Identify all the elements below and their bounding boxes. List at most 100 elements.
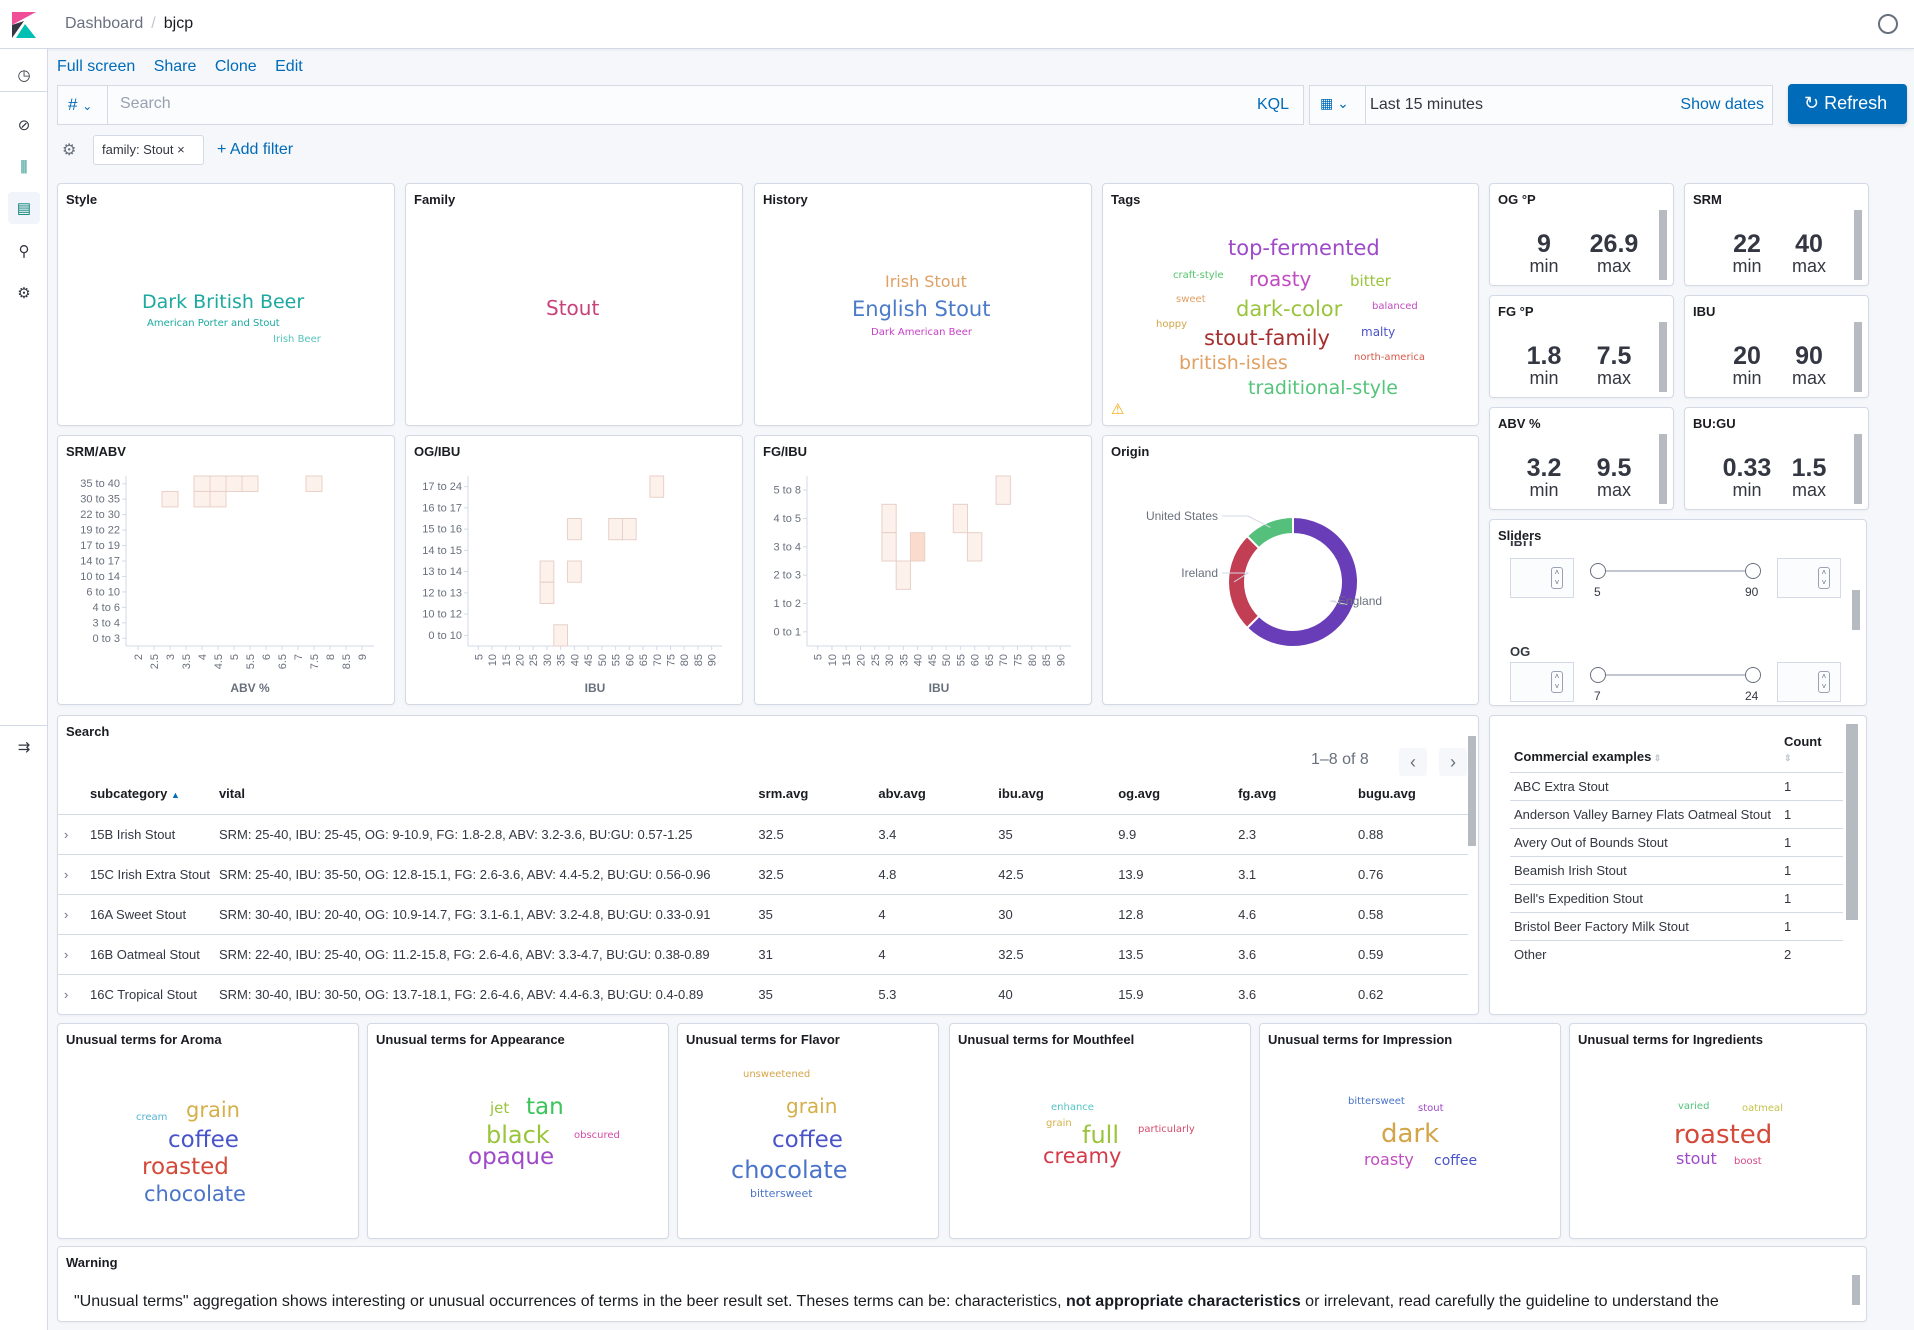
cloud-term[interactable]: American Porter and Stout [147, 318, 280, 329]
cloud-term[interactable]: hoppy [1156, 319, 1187, 330]
cloud-term[interactable]: malty [1361, 325, 1395, 339]
clone-link[interactable]: Clone [215, 58, 257, 75]
cloud-term[interactable]: obscured [574, 1130, 620, 1141]
og-max-handle[interactable] [1745, 667, 1761, 683]
sliders-scrollbar[interactable] [1852, 590, 1860, 630]
sort-icon[interactable]: ⇕ [1784, 753, 1792, 763]
col-commercial-examples[interactable]: Commercial examples ⇕ [1510, 734, 1780, 773]
cloud-term[interactable]: british-isles [1179, 352, 1288, 374]
cloud-term[interactable]: opaque [468, 1144, 554, 1170]
cloud-term[interactable]: grain [786, 1094, 837, 1118]
stepper-icon[interactable]: ˄ ˅ [1818, 671, 1830, 693]
search-scrollbar[interactable] [1468, 736, 1476, 846]
kibana-logo-icon[interactable] [12, 12, 36, 38]
og-max-input[interactable]: ˄ ˅ [1777, 662, 1841, 702]
search-input[interactable]: Search [120, 95, 171, 113]
help-icon[interactable] [1878, 14, 1898, 34]
cloud-term[interactable]: chocolate [144, 1182, 246, 1206]
column-header-srm-avg[interactable]: srm.avg [758, 774, 878, 814]
metric-scrollbar[interactable] [1854, 210, 1862, 280]
stepper-icon[interactable]: ˄ ˅ [1818, 567, 1830, 589]
cloud-term[interactable]: unsweetened [743, 1069, 810, 1080]
cloud-term[interactable]: sweet [1176, 294, 1206, 305]
expand-row-icon[interactable]: › [58, 827, 90, 842]
pie-slice-united-states[interactable] [1245, 515, 1294, 550]
visualize-icon[interactable]: ⫼ [12, 155, 36, 179]
cloud-term[interactable]: creamy [1043, 1144, 1121, 1168]
cloud-term[interactable]: cream [136, 1112, 167, 1123]
cloud-term[interactable]: stout [1676, 1149, 1717, 1168]
pie-slice-ireland[interactable] [1227, 534, 1261, 630]
dev-tools-icon[interactable]: ⚲ [12, 239, 36, 263]
kql-toggle[interactable]: KQL [1257, 96, 1289, 114]
management-icon[interactable]: ⚙ [12, 281, 36, 305]
metric-scrollbar[interactable] [1659, 434, 1667, 504]
query-language-menu[interactable]: # ⌄ [58, 86, 108, 124]
cloud-term[interactable]: Dark American Beer [871, 327, 972, 338]
ibu-max-input[interactable]: ˄ ˅ [1777, 558, 1841, 598]
cloud-term[interactable]: top-fermented [1228, 236, 1380, 260]
column-header-vital[interactable]: vital [219, 774, 758, 814]
cloud-term[interactable]: stout [1418, 1103, 1444, 1114]
ibu-min-input[interactable]: ˄ ˅ [1510, 558, 1574, 598]
cloud-term[interactable]: bitter [1350, 272, 1391, 290]
cloud-term[interactable]: craft-style [1173, 270, 1224, 281]
metric-scrollbar[interactable] [1659, 322, 1667, 392]
cloud-term[interactable]: north-america [1354, 352, 1425, 363]
cloud-term[interactable]: chocolate [731, 1156, 848, 1184]
warning-scrollbar[interactable] [1852, 1275, 1860, 1305]
metric-scrollbar[interactable] [1854, 434, 1862, 504]
time-range[interactable]: Last 15 minutes [1370, 96, 1483, 114]
cloud-term[interactable]: Dark British Beer [142, 291, 304, 313]
cloud-term[interactable]: grain [1046, 1118, 1072, 1129]
cloud-term[interactable]: enhance [1051, 1102, 1094, 1113]
cloud-term[interactable]: particularly [1138, 1124, 1195, 1135]
metric-scrollbar[interactable] [1659, 210, 1667, 280]
stepper-icon[interactable]: ˄ ˅ [1551, 671, 1563, 693]
expand-row-icon[interactable]: › [58, 907, 90, 922]
cloud-term[interactable]: traditional-style [1248, 377, 1398, 399]
cloud-term[interactable]: boost [1734, 1156, 1762, 1167]
og-min-handle[interactable] [1590, 667, 1606, 683]
full-screen-link[interactable]: Full screen [57, 58, 135, 75]
breadcrumb-dashboard[interactable]: Dashboard [65, 15, 143, 32]
cloud-term[interactable]: tan [526, 1094, 564, 1120]
column-header-bugu-avg[interactable]: bugu.avg [1358, 774, 1468, 814]
show-dates-link[interactable]: Show dates [1680, 96, 1764, 114]
cloud-term[interactable]: dark-color [1236, 297, 1342, 321]
filter-pill[interactable]: family: Stout × [93, 135, 204, 165]
dashboard-icon[interactable]: ▤ [8, 192, 40, 224]
cloud-term[interactable]: English Stout [852, 297, 990, 321]
column-header-og-avg[interactable]: og.avg [1118, 774, 1238, 814]
cloud-term[interactable]: jet [490, 1099, 509, 1117]
cloud-term[interactable]: bittersweet [750, 1187, 813, 1200]
sort-ascending-icon[interactable]: ▲ [171, 790, 180, 800]
refresh-button[interactable]: ↻ Refresh [1788, 84, 1907, 124]
warning-icon[interactable]: ⚠ [1111, 400, 1124, 418]
expand-row-icon[interactable]: › [58, 867, 90, 882]
cloud-term[interactable]: bittersweet [1348, 1096, 1405, 1107]
cloud-term[interactable]: coffee [168, 1127, 239, 1153]
ibu-range-track[interactable] [1596, 570, 1752, 572]
metric-scrollbar[interactable] [1854, 322, 1862, 392]
cloud-term[interactable]: Irish Stout [885, 272, 967, 291]
og-range-track[interactable] [1596, 674, 1752, 676]
column-header-fg-avg[interactable]: fg.avg [1238, 774, 1358, 814]
ibu-min-handle[interactable] [1590, 563, 1606, 579]
prev-page-button[interactable]: ‹ [1399, 748, 1427, 776]
cloud-term[interactable]: roasted [142, 1154, 229, 1180]
cloud-term[interactable]: dark [1381, 1119, 1439, 1149]
cloud-term[interactable]: Stout [546, 296, 599, 320]
calendar-icon[interactable]: ▦ ⌄ [1310, 86, 1366, 124]
cloud-term[interactable]: oatmeal [1742, 1103, 1783, 1114]
remove-filter-icon[interactable]: × [177, 142, 185, 157]
cloud-term[interactable]: coffee [772, 1127, 843, 1153]
ibu-max-handle[interactable] [1745, 563, 1761, 579]
expand-row-icon[interactable]: › [58, 947, 90, 962]
cloud-term[interactable]: Irish Beer [273, 334, 321, 345]
cloud-term[interactable]: balanced [1372, 301, 1418, 312]
commercial-scrollbar[interactable] [1846, 724, 1858, 920]
expand-row-icon[interactable]: › [58, 987, 90, 1002]
add-filter-button[interactable]: + Add filter [217, 141, 293, 159]
column-header-ibu-avg[interactable]: ibu.avg [998, 774, 1118, 814]
